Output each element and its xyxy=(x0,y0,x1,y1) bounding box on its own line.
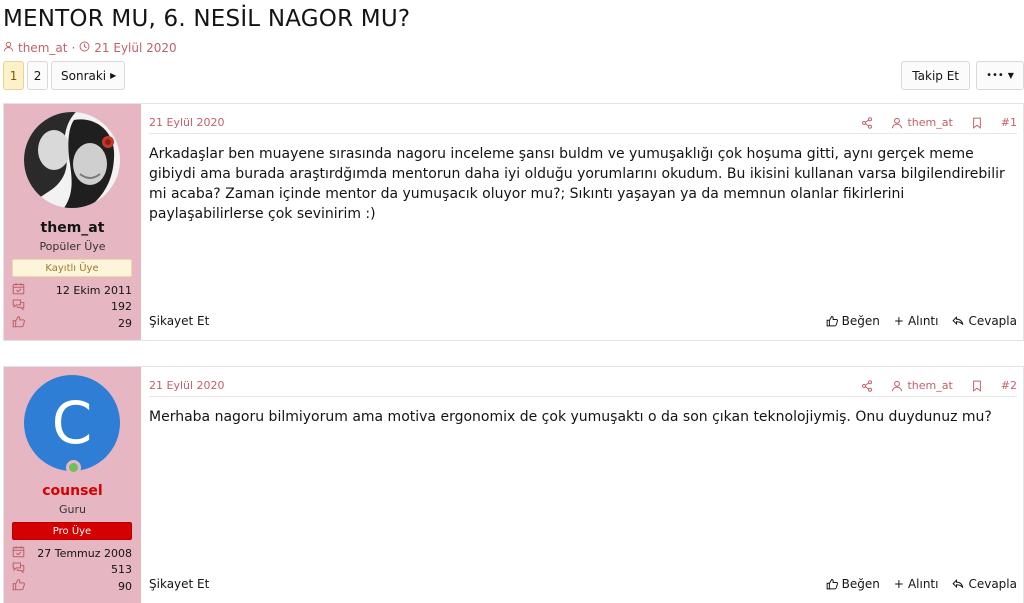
like-button[interactable]: Beğen xyxy=(826,577,880,591)
username-link[interactable]: counsel xyxy=(4,483,141,499)
online-indicator xyxy=(66,460,81,475)
reply-button[interactable]: Cevapla xyxy=(952,577,1017,591)
post-author-link[interactable]: them_at xyxy=(891,116,953,129)
report-link[interactable]: Şikayet Et xyxy=(149,577,209,591)
meta-separator: · xyxy=(71,41,76,55)
thumbs-up-icon xyxy=(826,579,838,590)
plus-icon: + xyxy=(893,577,904,591)
share-icon[interactable] xyxy=(861,379,873,392)
post-date-link[interactable]: 21 Eylül 2020 xyxy=(149,379,225,392)
reply-icon xyxy=(952,579,964,589)
user-banner: Kayıtlı Üye xyxy=(12,259,132,277)
thread-title: MENTOR MU, 6. NESİL NAGOR MU? xyxy=(3,6,411,32)
like-label: Beğen xyxy=(841,314,880,328)
like-label: Beğen xyxy=(841,577,880,591)
calendar-check-icon xyxy=(12,545,25,561)
reply-button[interactable]: Cevapla xyxy=(952,314,1017,328)
caret-down-icon: ▼ xyxy=(1007,71,1014,80)
post-number-link[interactable]: #1 xyxy=(1001,116,1017,129)
post-author-name: them_at xyxy=(907,379,953,392)
thumbs-up-icon xyxy=(12,578,25,594)
user-title: Popüler Üye xyxy=(39,240,106,253)
user-panel: them_at Popüler Üye Kayıtlı Üye 12 Ekim … xyxy=(4,104,141,340)
thread-actions: Takip Et ••• ▼ xyxy=(901,61,1024,90)
share-icon[interactable] xyxy=(861,116,873,129)
bookmark-icon[interactable] xyxy=(971,117,983,129)
joined-date: 12 Ekim 2011 xyxy=(55,283,132,297)
avatar-letter: C xyxy=(51,389,93,457)
quote-label: Alıntı xyxy=(907,577,939,591)
message-body: Arkadaşlar ben muayene sırasında nagoru … xyxy=(149,146,1005,222)
comments-icon xyxy=(12,561,25,577)
more-options-button[interactable]: ••• ▼ xyxy=(976,61,1024,90)
caret-right-icon: ▶ xyxy=(110,71,117,80)
user-panel: C counsel Guru Pro Üye 27 Temmuz 2008 51… xyxy=(4,367,141,603)
next-page-button[interactable]: Sonraki ▶ xyxy=(51,61,126,90)
reply-label: Cevapla xyxy=(968,314,1017,328)
messages-stat: 192 xyxy=(12,298,132,314)
message-footer: Şikayet Et Beğen + Alıntı Cevapla xyxy=(149,314,1017,328)
more-dots: ••• xyxy=(986,70,1004,81)
reactions-stat: 29 xyxy=(12,315,132,331)
joined-stat: 12 Ekim 2011 xyxy=(12,282,132,298)
pagination: 1 2 Sonraki ▶ xyxy=(3,61,126,90)
post-date-link[interactable]: 21 Eylül 2020 xyxy=(149,116,225,129)
thumbs-up-icon xyxy=(826,316,838,327)
joined-stat: 27 Temmuz 2008 xyxy=(12,545,132,561)
thumbs-up-icon xyxy=(12,315,25,331)
messages-stat: 513 xyxy=(12,561,132,577)
message-body: Merhaba nagoru bilmiyorum ama motiva erg… xyxy=(149,409,992,425)
message-header: 21 Eylül 2020 them_at #1 xyxy=(149,112,1017,134)
joined-date: 27 Temmuz 2008 xyxy=(37,546,132,560)
follow-button[interactable]: Takip Et xyxy=(901,61,970,90)
reply-label: Cevapla xyxy=(968,577,1017,591)
reply-icon xyxy=(952,316,964,326)
next-page-label: Sonraki xyxy=(61,68,107,83)
user-banner: Pro Üye xyxy=(12,522,132,540)
messages-count: 192 xyxy=(111,299,132,313)
like-button[interactable]: Beğen xyxy=(826,314,880,328)
thread-author-link[interactable]: them_at xyxy=(18,41,67,55)
username-link[interactable]: them_at xyxy=(4,220,141,236)
avatar[interactable] xyxy=(24,112,120,208)
thread-meta: them_at · 21 Eylül 2020 xyxy=(3,41,177,55)
quote-button[interactable]: + Alıntı xyxy=(894,314,939,328)
comments-icon xyxy=(12,298,25,314)
reactions-count: 29 xyxy=(118,316,132,330)
post-number-link[interactable]: #2 xyxy=(1001,379,1017,392)
post-author-name: them_at xyxy=(907,116,953,129)
calendar-check-icon xyxy=(12,282,25,298)
post-separator xyxy=(3,341,1024,366)
clock-icon xyxy=(79,41,90,55)
post-2: C counsel Guru Pro Üye 27 Temmuz 2008 51… xyxy=(3,366,1024,603)
user-title: Guru xyxy=(59,503,86,516)
message-footer: Şikayet Et Beğen + Alıntı Cevapla xyxy=(149,577,1017,591)
quote-button[interactable]: + Alıntı xyxy=(894,577,939,591)
page-2-button[interactable]: 2 xyxy=(27,61,48,90)
messages-count: 513 xyxy=(111,562,132,576)
user-icon xyxy=(3,41,14,55)
user-icon xyxy=(892,380,903,391)
page-1-button[interactable]: 1 xyxy=(3,61,24,90)
post-author-link[interactable]: them_at xyxy=(891,379,953,392)
bookmark-icon[interactable] xyxy=(971,380,983,392)
quote-label: Alıntı xyxy=(907,314,939,328)
plus-icon: + xyxy=(893,314,904,328)
report-link[interactable]: Şikayet Et xyxy=(149,314,209,328)
message-header: 21 Eylül 2020 them_at #2 xyxy=(149,375,1017,397)
reactions-stat: 90 xyxy=(12,578,132,594)
user-icon xyxy=(892,117,903,128)
thread-date-link[interactable]: 21 Eylül 2020 xyxy=(94,41,176,55)
avatar[interactable]: C xyxy=(24,375,120,471)
reactions-count: 90 xyxy=(118,579,132,593)
post-1: them_at Popüler Üye Kayıtlı Üye 12 Ekim … xyxy=(3,103,1024,341)
